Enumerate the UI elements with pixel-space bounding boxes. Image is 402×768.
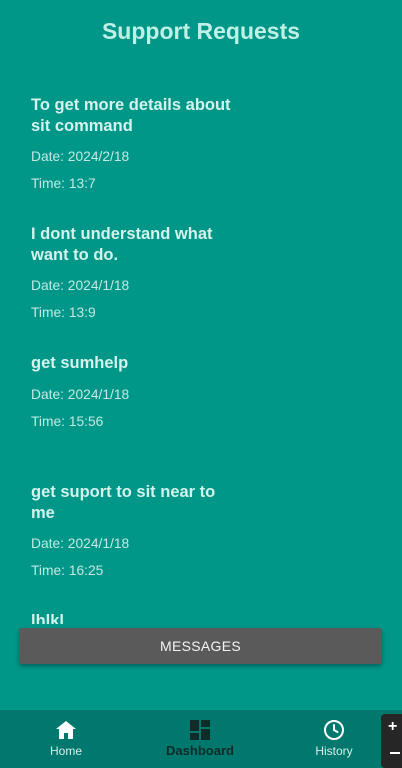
plus-icon[interactable]: + <box>388 718 397 736</box>
list-item[interactable]: I dont understand what want to do. Date:… <box>31 224 231 322</box>
nav-label-dashboard: Dashboard <box>166 743 234 758</box>
messages-button[interactable]: MESSAGES <box>19 628 382 664</box>
request-time: Time: 13:9 <box>31 305 96 320</box>
request-time: Time: 15:56 <box>31 413 104 429</box>
request-date: Date: 2024/1/18 <box>31 278 130 293</box>
zoom-control[interactable]: + <box>381 714 402 768</box>
request-time: Time: 13:7 <box>31 176 96 191</box>
request-date: Date: 2024/2/18 <box>31 149 130 164</box>
nav-item-dashboard[interactable]: Dashboard <box>145 710 255 768</box>
nav-item-history[interactable]: History <box>279 710 389 768</box>
request-time: Time: 16:25 <box>31 563 104 578</box>
bottom-navigation: Home Dashboard History <box>0 710 402 768</box>
support-requests-screen: Support Requests To get more details abo… <box>0 0 402 768</box>
list-item[interactable]: get suport to sit near to me Date: 2024/… <box>31 482 231 580</box>
nav-item-home[interactable]: Home <box>11 710 121 768</box>
request-title: To get more details about sit command <box>31 96 231 135</box>
clock-icon <box>323 719 345 741</box>
nav-label-history: History <box>315 744 353 758</box>
list-item[interactable]: To get more details about sit command Da… <box>31 95 231 193</box>
dashboard-icon <box>190 719 210 741</box>
request-title: get sumhelp <box>31 354 129 372</box>
home-icon <box>56 719 76 741</box>
request-date: Date: 2024/1/18 <box>31 536 130 551</box>
page-title: Support Requests <box>101 18 301 44</box>
request-date: Date: 2024/1/18 <box>31 386 130 402</box>
request-title: get suport to sit near to me <box>31 483 216 522</box>
list-item[interactable]: lhlkl <box>31 611 231 624</box>
minus-icon[interactable] <box>390 752 400 754</box>
list-item[interactable]: get sumhelp Date: 2024/1/18 Time: 15:56 <box>31 353 231 431</box>
support-request-list[interactable]: To get more details about sit command Da… <box>0 90 402 624</box>
request-title: I dont understand what want to do. <box>31 225 213 264</box>
request-title: lhlkl <box>31 612 65 624</box>
nav-label-home: Home <box>49 744 82 758</box>
